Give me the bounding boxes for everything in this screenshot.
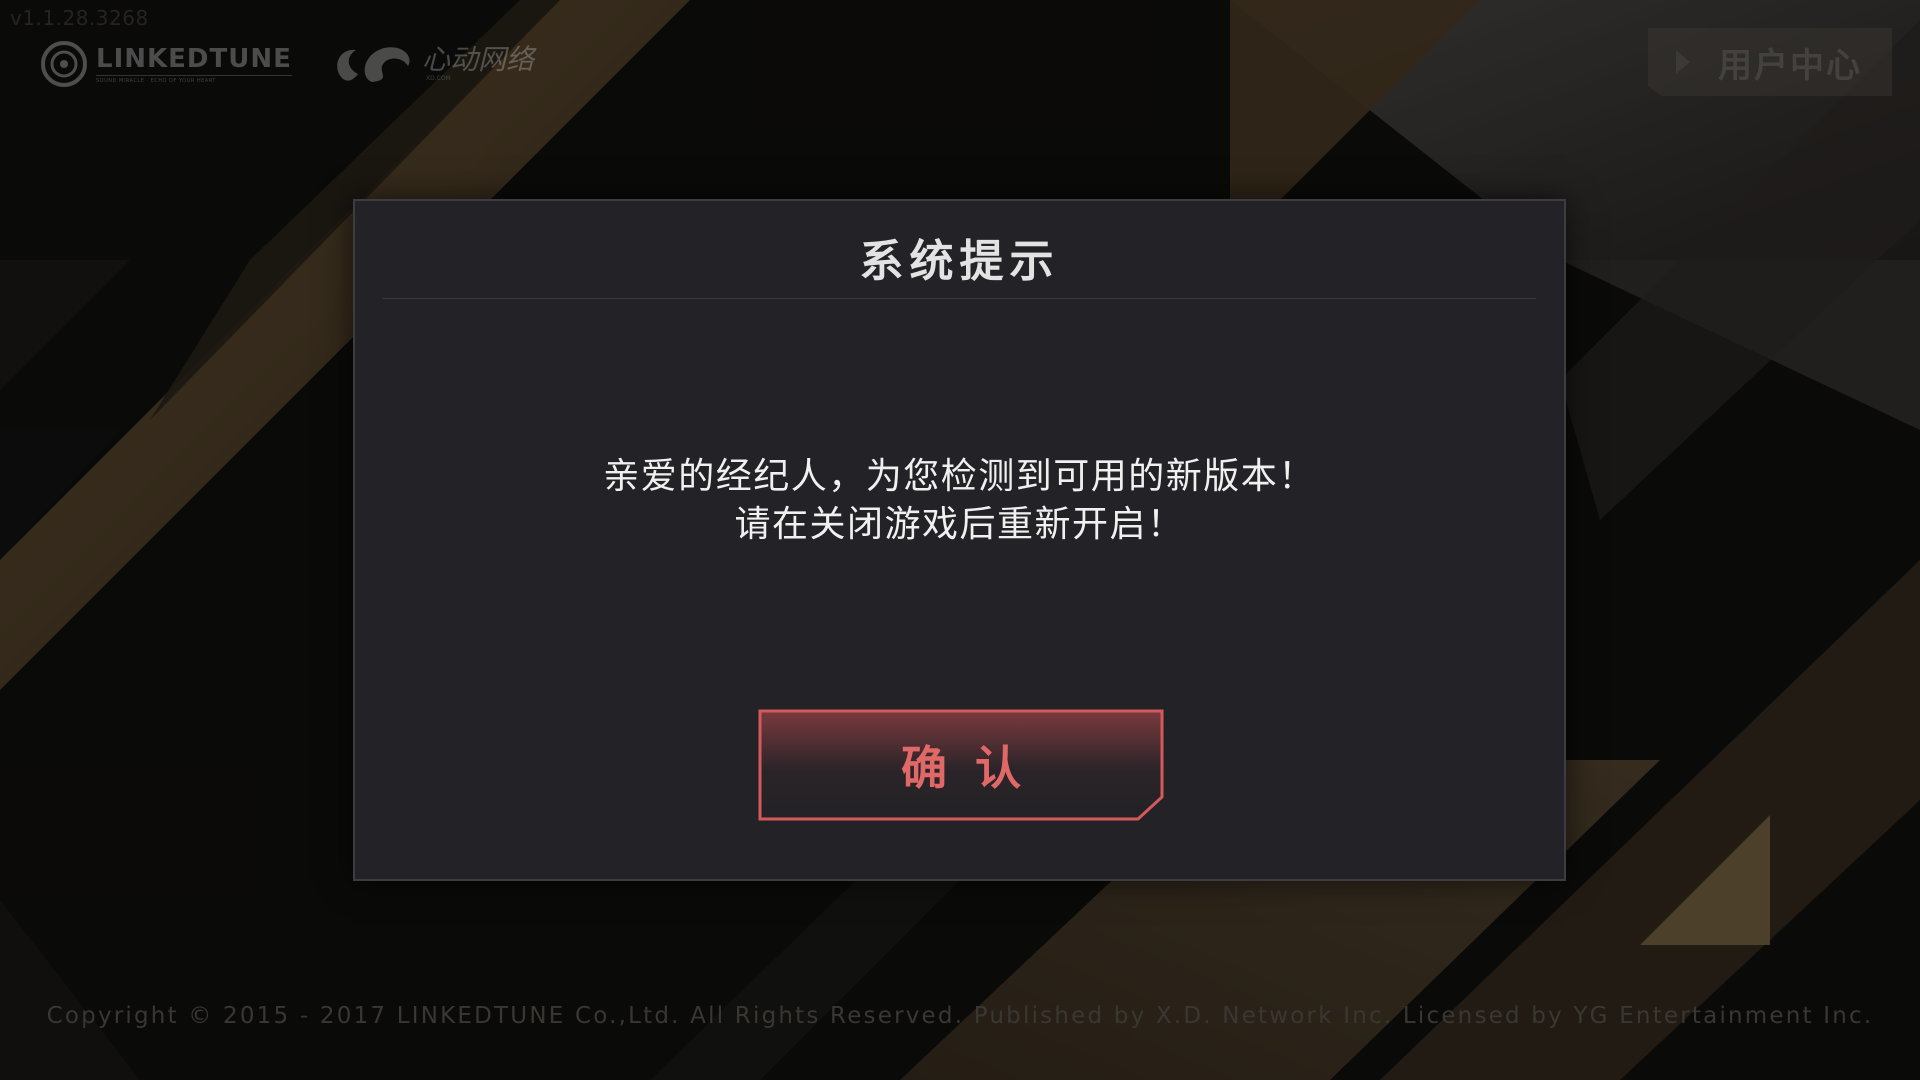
system-prompt-dialog: 系统提示 亲爱的经纪人，为您检测到可用的新版本！ 请在关闭游戏后重新开启！ 确认 bbox=[353, 199, 1566, 881]
version-label: v1.1.28.3268 bbox=[10, 6, 149, 30]
game-launch-screen: v1.1.28.3268 LINKEDTUNE SOUND MIRACLE · … bbox=[0, 0, 1920, 1080]
copyright-notice: Copyright © 2015 - 2017 LINKEDTUNE Co.,L… bbox=[46, 1003, 1874, 1029]
xd-sub: XD.COM bbox=[426, 74, 451, 82]
xd-logo: 心动网络 XD.COM bbox=[332, 38, 534, 88]
linkedtune-logo: LINKEDTUNE SOUND MIRACLE · ECHO OF YOUR … bbox=[40, 40, 292, 88]
confirm-label: 确认 bbox=[901, 741, 1049, 795]
linkedtune-ring-icon bbox=[41, 41, 87, 87]
dialog-message: 亲爱的经纪人，为您检测到可用的新版本！ 请在关闭游戏后重新开启！ bbox=[355, 453, 1564, 549]
user-center-button[interactable]: 用户中心 bbox=[1648, 28, 1892, 96]
confirm-button[interactable]: 确认 bbox=[758, 709, 1164, 821]
xd-name: 心动网络 bbox=[422, 42, 535, 76]
linkedtune-name: LINKEDTUNE bbox=[96, 43, 292, 74]
dialog-message-line: 亲爱的经纪人，为您检测到可用的新版本！ bbox=[603, 456, 1316, 497]
xd-swirl-icon bbox=[337, 47, 410, 82]
dialog-title: 系统提示 bbox=[859, 236, 1060, 287]
linkedtune-tagline: SOUND MIRACLE · ECHO OF YOUR HEART bbox=[96, 74, 292, 84]
play-triangle-icon bbox=[1676, 50, 1690, 74]
dialog-message-line: 请在关闭游戏后重新开启！ bbox=[734, 504, 1185, 545]
user-center-label: 用户中心 bbox=[1718, 45, 1862, 86]
dialog-divider bbox=[383, 298, 1536, 299]
